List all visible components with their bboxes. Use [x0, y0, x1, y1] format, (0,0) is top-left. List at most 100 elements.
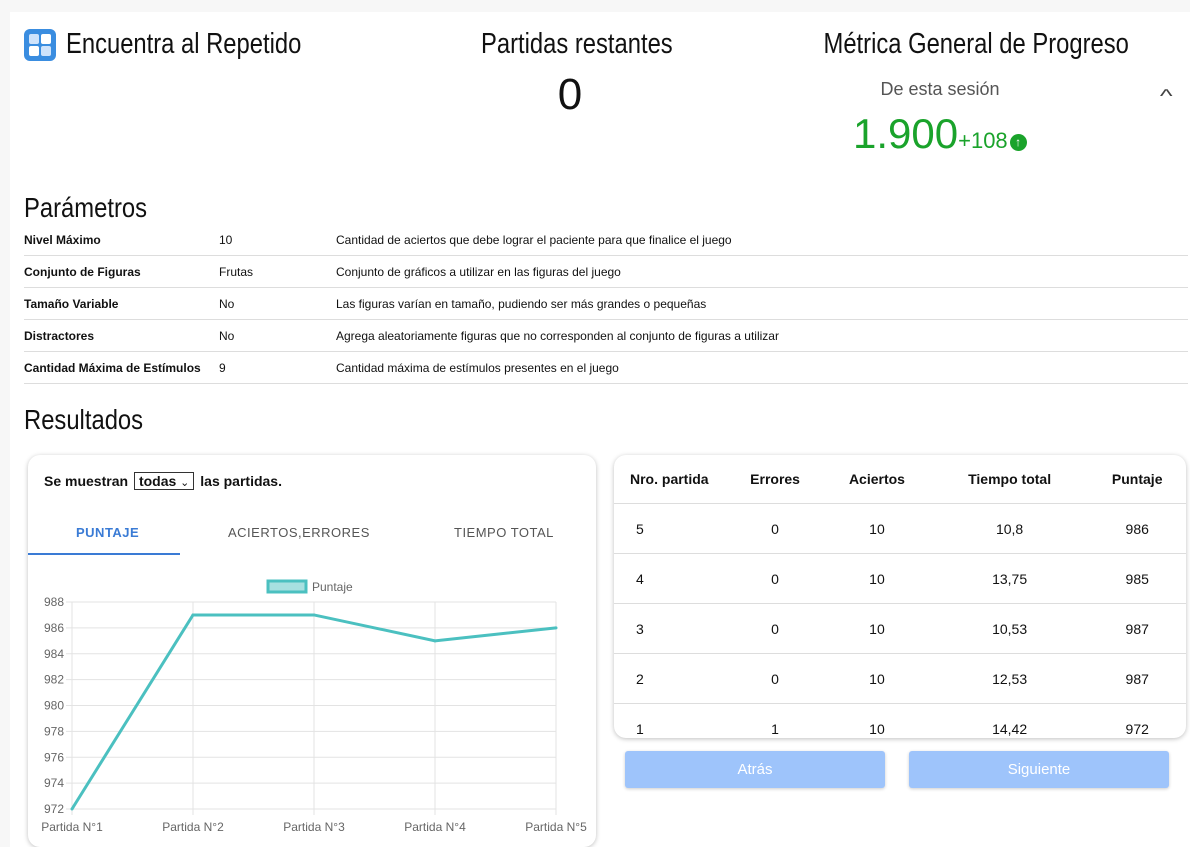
legend-swatch — [266, 579, 308, 594]
legend-label: Puntaje — [312, 580, 353, 594]
table-cell: 12,53 — [930, 653, 1089, 704]
table-cell: 5 — [614, 503, 727, 554]
tab-puntaje[interactable]: PUNTAJE — [76, 525, 139, 540]
y-tick-label: 972 — [44, 802, 64, 816]
filter-bar: Se muestran todas ⌄ las partidas. — [44, 472, 282, 490]
table-row: Tamaño Variable No Las figuras varían en… — [24, 287, 1188, 320]
filter-value: todas — [138, 473, 177, 489]
param-value: Frutas — [219, 255, 336, 288]
param-name: Conjunto de Figuras — [24, 255, 219, 288]
table-row: 3 0 10 10,53 987 — [614, 603, 1186, 654]
table-row: 4 0 10 13,75 985 — [614, 553, 1186, 604]
table-cell: 985 — [1088, 553, 1186, 604]
results-table-card: Nro. partida Errores Aciertos Tiempo tot… — [614, 455, 1186, 738]
table-cell: 3 — [614, 603, 727, 654]
remaining-value: 0 — [557, 70, 583, 119]
table-row: 1 1 10 14,42 972 — [614, 703, 1186, 738]
params-table: Nivel Máximo 10 Cantidad de aciertos que… — [24, 224, 1188, 384]
param-desc: Conjunto de gráficos a utilizar en las f… — [336, 255, 1188, 288]
y-tick-label: 980 — [44, 699, 64, 713]
tab-aciertos-errores[interactable]: ACIERTOS,ERRORES — [228, 525, 370, 540]
table-row: Cantidad Máxima de Estímulos 9 Cantidad … — [24, 351, 1188, 384]
logo-square — [41, 46, 51, 56]
metric-total: 1.900 — [853, 110, 959, 157]
y-tick-label: 982 — [44, 673, 64, 687]
table-cell: 14,42 — [930, 703, 1089, 738]
param-name: Distractores — [24, 319, 219, 352]
metric-title-text: Métrica General de Progreso — [823, 28, 1129, 60]
prev-button[interactable]: Atrás — [625, 751, 885, 788]
table-cell: 10 — [823, 503, 931, 554]
metric-subtitle: De esta sesión — [880, 79, 1000, 99]
data-point — [70, 807, 74, 811]
y-tick-label: 988 — [44, 595, 64, 609]
column-header: Aciertos — [848, 471, 905, 487]
table-cell: 2 — [614, 653, 727, 704]
table-row: 5 0 10 10,8 986 — [614, 503, 1186, 554]
column-header: Tiempo total — [968, 471, 1052, 487]
param-desc: Las figuras varían en tamaño, pudiendo s… — [336, 287, 1188, 320]
table-header-row: Nro. partida Errores Aciertos Tiempo tot… — [614, 455, 1186, 504]
tab-tiempo-total[interactable]: TIEMPO TOTAL — [454, 525, 554, 540]
x-tick-label: Partida N°2 — [162, 820, 224, 834]
table-row: 2 0 10 12,53 987 — [614, 653, 1186, 704]
chart-tabs: PUNTAJE ACIERTOS,ERRORES TIEMPO TOTAL — [28, 515, 596, 555]
table-cell: 0 — [727, 653, 824, 704]
next-button[interactable]: Siguiente — [909, 751, 1169, 788]
filter-prefix: Se muestran — [44, 473, 129, 489]
chart-card: Se muestran todas ⌄ las partidas. PUNTAJ… — [28, 455, 596, 847]
chevron-down-icon: ⌄ — [180, 477, 190, 489]
table-cell: 10 — [823, 653, 931, 704]
param-name: Nivel Máximo — [24, 224, 219, 256]
y-tick-label: 978 — [44, 724, 64, 738]
param-value: 10 — [219, 224, 336, 256]
table-cell: 0 — [727, 603, 824, 654]
x-tick-label: Partida N°3 — [283, 820, 345, 834]
logo-square — [29, 46, 39, 56]
app-logo-icon — [24, 29, 56, 61]
y-tick-label: 986 — [44, 621, 64, 635]
param-desc: Agrega aleatoriamente figuras que no cor… — [336, 319, 1188, 352]
param-desc: Cantidad máxima de estímulos presentes e… — [336, 351, 1188, 384]
table-row: Nivel Máximo 10 Cantidad de aciertos que… — [24, 224, 1188, 256]
table-row: Distractores No Agrega aleatoriamente fi… — [24, 319, 1188, 352]
table-cell: 10 — [823, 603, 931, 654]
x-tick-label: Partida N°1 — [41, 820, 103, 834]
results-table: Nro. partida Errores Aciertos Tiempo tot… — [614, 455, 1186, 738]
table-cell: 4 — [614, 553, 727, 604]
table-cell: 986 — [1088, 503, 1186, 554]
table-cell: 0 — [727, 553, 824, 604]
arrow-up-icon: ↑ — [1009, 134, 1027, 151]
tab-indicator — [28, 553, 180, 555]
table-cell: 987 — [1088, 653, 1186, 704]
table-row: Conjunto de Figuras Frutas Conjunto de g… — [24, 255, 1188, 288]
table-cell: 10 — [823, 553, 931, 604]
column-header: Errores — [750, 471, 800, 487]
partidas-filter-select[interactable]: todas ⌄ — [133, 472, 195, 490]
table-cell: 0 — [727, 503, 824, 554]
metric-delta: +108 — [958, 128, 1008, 153]
metric-title: Métrica General de Progreso — [790, 28, 1129, 61]
param-value: No — [219, 319, 336, 352]
remaining-label: Partidas restantes — [460, 28, 680, 61]
y-tick-label: 974 — [44, 776, 64, 790]
score-chart: 972 974 976 978 980 982 984 986 988 Partida N°1 Pa… — [41, 579, 587, 834]
x-tick-label: Partida N°5 — [525, 820, 587, 834]
data-point — [433, 639, 437, 643]
param-desc: Cantidad de aciertos que debe lograr el … — [336, 224, 1188, 256]
main-panel: Encuentra al Repetido Partidas restantes… — [10, 12, 1190, 847]
column-header: Puntaje — [1111, 471, 1163, 487]
data-point — [191, 613, 195, 617]
remaining-label-text: Partidas restantes — [481, 28, 673, 60]
params-heading: Parámetros — [24, 192, 148, 223]
chevron-up-icon[interactable]: ^ — [1160, 86, 1173, 107]
param-value: 9 — [219, 351, 336, 384]
filter-suffix: las partidas. — [200, 473, 282, 489]
table-cell: 1 — [614, 703, 727, 738]
param-name: Cantidad Máxima de Estímulos — [24, 351, 219, 384]
data-point — [554, 626, 558, 630]
table-cell: 10,53 — [930, 603, 1089, 654]
x-tick-label: Partida N°4 — [404, 820, 466, 834]
y-tick-label: 976 — [44, 750, 64, 764]
y-tick-label: 984 — [44, 647, 64, 661]
